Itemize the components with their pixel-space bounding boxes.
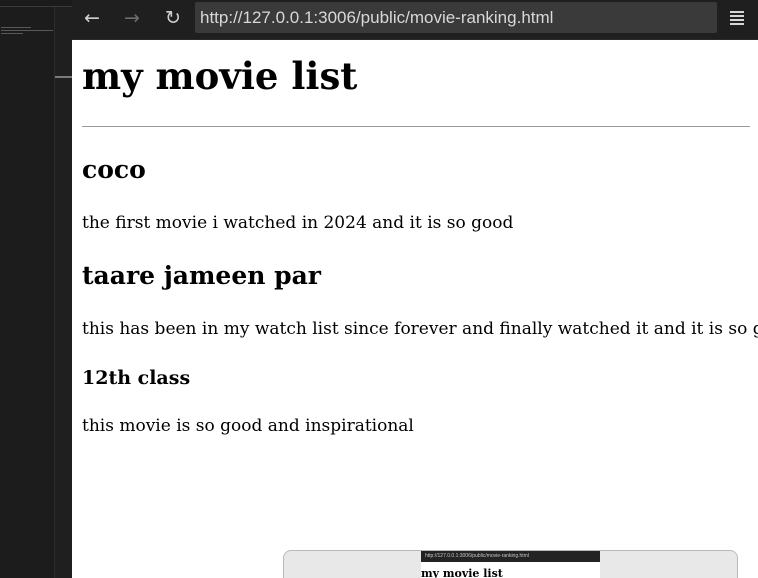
editor-panel [0,0,158,578]
movie-title: coco [82,155,146,184]
movie-title: taare jameen par [82,261,321,290]
editor-sash[interactable] [55,76,72,78]
preview-page-title: my movie list [421,567,503,578]
movie-description: this has been in my watch list since for… [82,319,758,339]
editor-gutter [0,0,55,578]
minimap-line [1,27,31,28]
forward-arrow-icon[interactable]: → [119,6,145,30]
address-bar[interactable]: http://127.0.0.1:3006/public/movie-ranki… [195,2,717,33]
page-content: my movie list coco the first movie i wat… [72,40,758,578]
hamburger-menu-icon[interactable] [727,8,747,26]
window-preview-thumbnail[interactable]: http://127.0.0.1:3006/public/movie-ranki… [283,550,738,578]
horizontal-rule [82,126,750,127]
movie-title: 12th class [82,367,191,389]
minimap-line [1,33,23,34]
movie-description: the first movie i watched in 2024 and it… [82,213,514,233]
preview-address-bar: http://127.0.0.1:3006/public/movie-ranki… [421,551,600,562]
movie-description: this movie is so good and inspirational [82,416,414,436]
reload-icon[interactable]: ↻ [160,6,186,30]
minimap-line [1,30,53,31]
preview-page: http://127.0.0.1:3006/public/movie-ranki… [421,551,600,578]
browser-toolbar: ← → ↻ http://127.0.0.1:3006/public/movie… [72,0,758,40]
page-title: my movie list [82,54,358,98]
back-arrow-icon[interactable]: ← [79,6,105,30]
browser-window: ← → ↻ http://127.0.0.1:3006/public/movie… [72,0,758,578]
